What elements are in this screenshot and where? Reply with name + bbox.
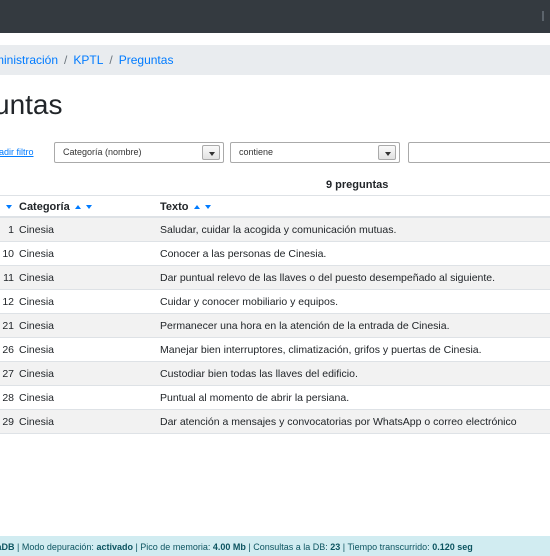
debug-footer: iaDB | Modo depuración: activado | Pico … (0, 536, 550, 556)
row-texto: Manejar bien interruptores, climatizació… (160, 344, 482, 356)
sort-asc-icon[interactable] (193, 205, 200, 210)
footer-time-value: 0.120 seg (432, 542, 473, 552)
navbar-toggle-icon[interactable] (542, 11, 548, 21)
table-row[interactable]: 12 Cinesia Cuidar y conocer mobiliario y… (0, 290, 550, 314)
footer-debug-value: activado (96, 542, 133, 552)
filter-value-input[interactable] (408, 142, 550, 163)
table-row[interactable]: 1 Cinesia Saludar, cuidar la acogida y c… (0, 218, 550, 242)
row-texto: Dar puntual relevo de las llaves o del p… (160, 272, 496, 284)
table-row[interactable]: 10 Cinesia Conocer a las personas de Cin… (0, 242, 550, 266)
sort-desc-icon[interactable] (204, 205, 211, 210)
breadcrumb: ministración / KPTL / Preguntas (0, 45, 550, 75)
row-categoria: Cinesia (19, 344, 55, 356)
filter-operator-value: contiene (239, 147, 274, 157)
footer-time-label: Tiempo transcurrido: (347, 542, 430, 552)
sort-asc-icon[interactable] (74, 205, 81, 210)
table-row[interactable]: 27 Cinesia Custodiar bien todas las llav… (0, 362, 550, 386)
footer-db: iaDB (0, 542, 15, 552)
row-id[interactable]: 21 (0, 320, 14, 332)
page-title: untas (0, 89, 63, 120)
table-header: Categoría Texto (0, 195, 550, 218)
row-id[interactable]: 29 (0, 416, 14, 428)
row-id[interactable]: 10 (0, 248, 14, 260)
column-header-texto[interactable]: Texto (160, 201, 211, 213)
breadcrumb-preguntas[interactable]: Preguntas (119, 53, 174, 67)
row-texto: Custodiar bien todas las llaves del edif… (160, 368, 358, 380)
row-id[interactable]: 26 (0, 344, 14, 356)
column-header-label: Texto (160, 201, 189, 213)
row-texto: Dar atención a mensajes y convocatorias … (160, 416, 517, 428)
filter-field-select[interactable]: Categoría (nombre) (54, 142, 224, 163)
footer-memory-label: Pico de memoria: (140, 542, 211, 552)
table-row[interactable]: 29 Cinesia Dar atención a mensajes y con… (0, 410, 550, 434)
table-row[interactable]: 28 Cinesia Puntual al momento de abrir l… (0, 386, 550, 410)
row-categoria: Cinesia (19, 272, 55, 284)
footer-memory-value: 4.00 Mb (212, 542, 246, 552)
row-texto: Saludar, cuidar la acogida y comunicació… (160, 224, 397, 236)
row-id[interactable]: 11 (0, 272, 14, 284)
row-id[interactable]: 1 (0, 224, 14, 236)
row-categoria: Cinesia (19, 416, 55, 428)
top-navbar (0, 0, 550, 33)
add-filter-link[interactable]: ñadir filtro (0, 147, 34, 157)
chevron-down-icon[interactable] (202, 145, 220, 160)
row-categoria: Cinesia (19, 368, 55, 380)
breadcrumb-separator: / (64, 53, 68, 67)
row-categoria: Cinesia (19, 320, 55, 332)
row-categoria: Cinesia (19, 392, 55, 404)
footer-debug-label: Modo depuración: (21, 542, 94, 552)
table-row[interactable]: 26 Cinesia Manejar bien interruptores, c… (0, 338, 550, 362)
row-id[interactable]: 12 (0, 296, 14, 308)
id-sort-control[interactable] (1, 201, 12, 213)
row-categoria: Cinesia (19, 248, 55, 260)
result-count: 9 preguntas (326, 179, 389, 191)
row-categoria: Cinesia (19, 224, 55, 236)
filter-bar: ñadir filtro Categoría (nombre) contiene (0, 142, 550, 164)
breadcrumb-separator: / (109, 53, 113, 67)
table-row[interactable]: 21 Cinesia Permanecer una hora en la ate… (0, 314, 550, 338)
breadcrumb-administracion[interactable]: ministración (0, 53, 58, 67)
table-row[interactable]: 11 Cinesia Dar puntual relevo de las lla… (0, 266, 550, 290)
footer-queries-label: Consultas a la DB: (253, 542, 328, 552)
breadcrumb-kptl[interactable]: KPTL (73, 53, 103, 67)
row-categoria: Cinesia (19, 296, 55, 308)
sort-desc-icon[interactable] (85, 205, 92, 210)
chevron-down-icon[interactable] (378, 145, 396, 160)
footer-queries-value: 23 (330, 542, 341, 552)
filter-operator-select[interactable]: contiene (230, 142, 400, 163)
column-header-label: Categoría (19, 201, 70, 213)
row-id[interactable]: 27 (0, 368, 14, 380)
row-texto: Conocer a las personas de Cinesia. (160, 248, 327, 260)
filter-field-value: Categoría (nombre) (63, 147, 142, 157)
row-id[interactable]: 28 (0, 392, 14, 404)
column-header-categoria[interactable]: Categoría (19, 201, 92, 213)
row-texto: Cuidar y conocer mobiliario y equipos. (160, 296, 339, 308)
table-body: 1 Cinesia Saludar, cuidar la acogida y c… (0, 218, 550, 434)
row-texto: Puntual al momento de abrir la persiana. (160, 392, 350, 404)
result-count-bar: 9 preguntas (0, 179, 550, 193)
row-texto: Permanecer una hora en la atención de la… (160, 320, 450, 332)
sort-desc-icon[interactable] (6, 205, 12, 210)
